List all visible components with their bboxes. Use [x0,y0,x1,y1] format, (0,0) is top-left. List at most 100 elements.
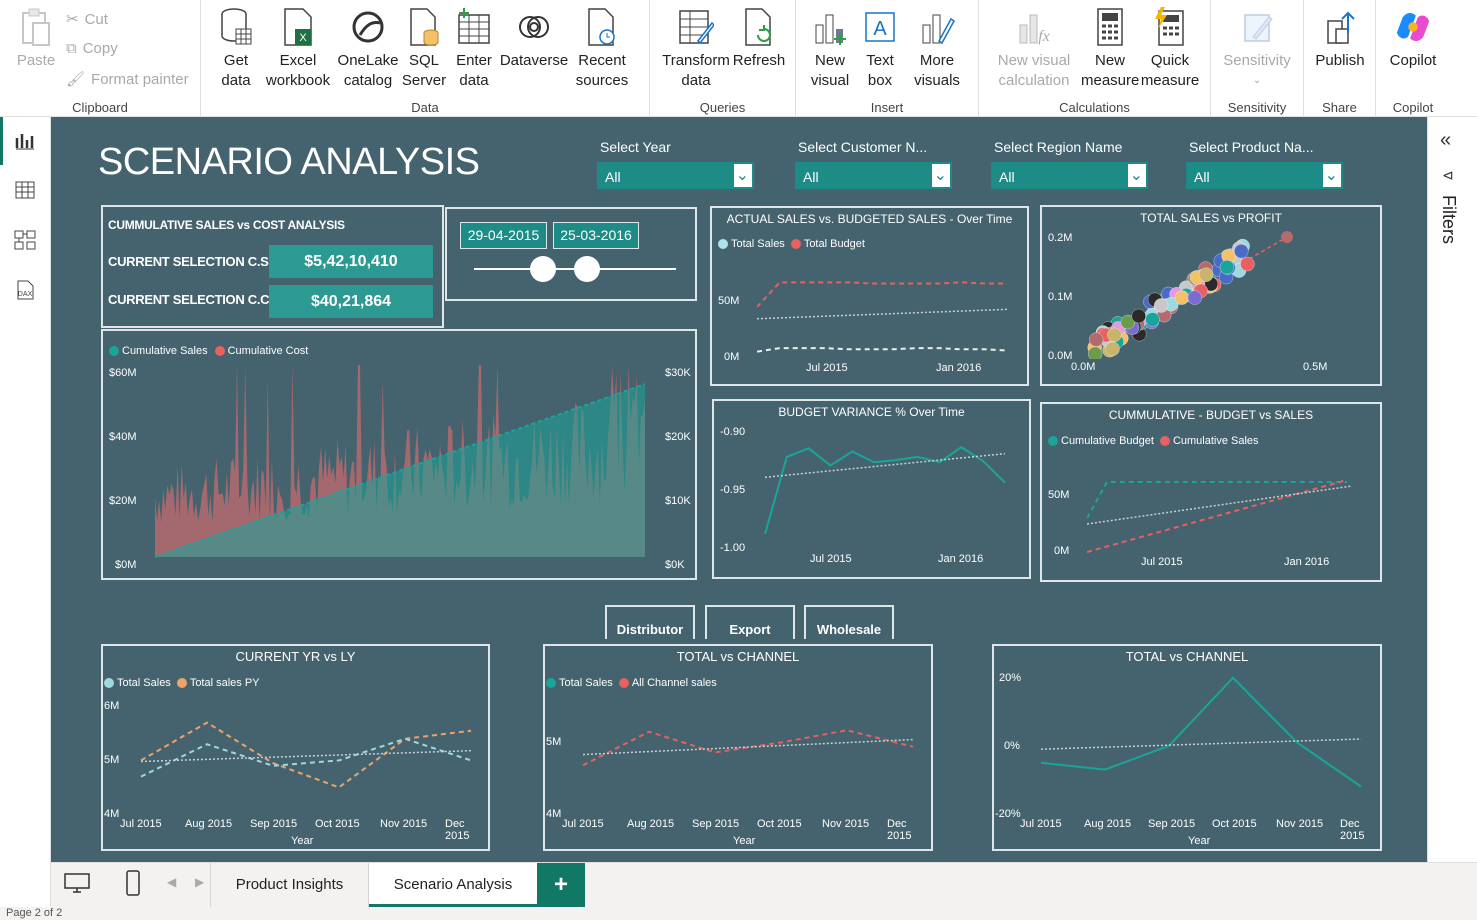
y-tick: 0.1M [1048,291,1073,303]
y2-tick: $30K [665,367,691,379]
new-visual-button[interactable]: New visual [808,6,852,91]
chevron-down-icon[interactable]: ⌄ [934,165,947,185]
svg-text:DAX: DAX [18,291,33,298]
add-page-button[interactable]: + [537,863,585,907]
report-view-icon[interactable] [12,128,38,154]
chart-title: TOTAL SALES vs PROFIT [1140,211,1282,225]
x-tick: Dec 2015 [445,818,470,842]
cumulative-plot [155,365,646,558]
new-visual-calculation-button[interactable]: fx New visual calculation [987,6,1081,91]
scatter-point [1105,341,1120,357]
ribbon: Paste ✂ Cut ⧉ Copy 🖌 Format painter Clipboa… [0,0,1477,117]
mobile-layout-icon[interactable] [125,870,141,896]
copy-label: Copy [82,40,118,57]
dataverse-button[interactable]: Dataverse [499,6,569,71]
trend-line [1040,738,1362,750]
slider-start-handle[interactable] [529,256,556,282]
y-tick: -1.00 [720,542,746,554]
next-page-icon[interactable]: ▶ [195,875,204,889]
sensitivity-group: Sensitivity ⌄ Sensitivity [1211,0,1304,117]
publish-button[interactable]: Publish [1310,6,1370,71]
onelake-catalog-button[interactable]: OneLake catalog [335,6,401,91]
chart-title: TOTAL vs CHANNEL [1125,649,1249,664]
slicer-region-label: Select Region Name [994,139,1123,155]
slicer-product-value[interactable]: All [1188,164,1323,187]
sales-vs-profit-chart[interactable]: TOTAL SALES vs PROFIT 0.2M 0.1M 0.0M 0.0… [1040,205,1382,386]
copilot-button[interactable]: Copilot [1382,6,1444,71]
cumulative-sales-cost-chart[interactable]: Cumulative Sales Cumulative Cost $60M $40… [101,329,697,580]
x-axis-title: Year [1188,835,1211,847]
more-visuals-icon [919,6,955,48]
view-switcher: DAX [0,117,51,920]
text-box-button[interactable]: A Text box [858,6,902,91]
tab-product-insights[interactable]: Product Insights [210,863,369,907]
y-tick: 50M [718,295,740,307]
start-date-input[interactable]: 29-04-2015 [460,222,547,249]
export-button[interactable]: Export [705,605,795,639]
date-range-slicer[interactable]: 29-04-2015 25-03-2016 [445,207,697,301]
budget-variance-chart[interactable]: BUDGET VARIANCE % Over Time -0.90 -0.95 … [712,399,1031,579]
paste-icon [18,6,54,48]
transform-data-button[interactable]: Transform data [658,6,734,91]
slider-end-handle[interactable] [574,256,601,282]
queries-group: Transform data Refresh Queries [650,0,796,117]
legend-marker [1159,436,1170,446]
trend-line [764,452,1006,479]
excel-workbook-button[interactable]: X Excel workbook [263,6,333,91]
scatter-point [1089,332,1104,347]
current-vs-last-year-chart[interactable]: CURRENT YR vs LY Total Sales Total sales … [101,644,490,851]
recent-sources-button[interactable]: Recent sources [569,6,635,91]
cc-value: $40,21,864 [269,285,433,318]
chevron-down-icon: ⌄ [1252,75,1262,86]
quick-measure-button[interactable]: Quick measure [1139,6,1201,91]
filter-icon: ⊲ [1442,167,1454,183]
collapse-icon[interactable]: « [1440,129,1451,152]
desktop-layout-icon[interactable] [63,872,91,894]
prev-page-icon[interactable]: ◀ [167,875,176,889]
more-visuals-button[interactable]: More visuals [904,6,970,91]
filters-label[interactable]: Filters [1438,195,1459,244]
cumulative-budget-vs-sales-chart[interactable]: CUMMULATIVE - BUDGET vs SALES Cumulative… [1040,402,1382,582]
slicer-customer-value[interactable]: All [797,164,932,187]
get-data-button[interactable]: Get data [209,6,263,91]
table-view-icon[interactable] [12,177,38,203]
copy-button[interactable]: ⧉ Copy [66,40,118,57]
slicer-year-value[interactable]: All [599,164,734,187]
dataverse-label: Dataverse [499,52,569,69]
chart-title: BUDGET VARIANCE % Over Time [778,405,965,419]
slicer-region-value[interactable]: All [993,164,1128,187]
legend-marker [618,678,629,688]
distributor-button[interactable]: Distributor [605,605,695,639]
wholesale-button[interactable]: Wholesale [804,605,894,639]
kpi-card: CUMMULATIVE SALES vs COST ANALYSIS CURRE… [101,205,444,328]
end-date-input[interactable]: 25-03-2016 [553,222,639,249]
cut-button[interactable]: ✂ Cut [66,10,108,29]
legend-label: Cumulative Sales [1172,435,1259,447]
enter-data-button[interactable]: Enter data [451,6,497,91]
legend-marker [546,678,556,688]
format-painter-label: Format painter [91,70,189,88]
model-view-icon[interactable] [12,227,38,253]
data-group: Get data X Excel workbook OneLake catalo… [201,0,650,117]
slicer-customer-label: Select Customer N... [798,139,928,155]
excel-label: Excel workbook [265,52,331,89]
format-painter-button[interactable]: 🖌 Format painter [66,70,189,89]
total-vs-channel-chart[interactable]: TOTAL vs CHANNEL Total Sales All Channel … [543,644,933,851]
refresh-button[interactable]: Refresh [732,6,786,71]
sql-server-button[interactable]: SQL Server [401,6,447,91]
sensitivity-button[interactable]: Sensitivity ⌄ [1219,6,1295,91]
cut-label: Cut [84,10,108,28]
paste-button[interactable]: Paste [14,6,58,71]
legend-marker [790,239,801,249]
filters-pane[interactable]: « ⊲ Filters [1427,117,1477,862]
insert-group-label: Insert [870,100,904,115]
page-title: SCENARIO ANALYSIS [98,141,480,183]
actual-vs-budget-chart[interactable]: ACTUAL SALES vs. BUDGETED SALES - Over T… [710,206,1029,386]
total-vs-channel-pct-chart[interactable]: TOTAL vs CHANNEL 20% 0% -20% Jul 2015 Aug… [992,644,1382,851]
dax-query-view-icon[interactable]: DAX [12,277,38,303]
tab-scenario-analysis[interactable]: Scenario Analysis [369,863,537,907]
chevron-down-icon[interactable]: ⌄ [1130,165,1143,185]
new-measure-button[interactable]: New measure [1081,6,1139,91]
chevron-down-icon[interactable]: ⌄ [1325,165,1338,185]
chevron-down-icon[interactable]: ⌄ [736,165,749,185]
